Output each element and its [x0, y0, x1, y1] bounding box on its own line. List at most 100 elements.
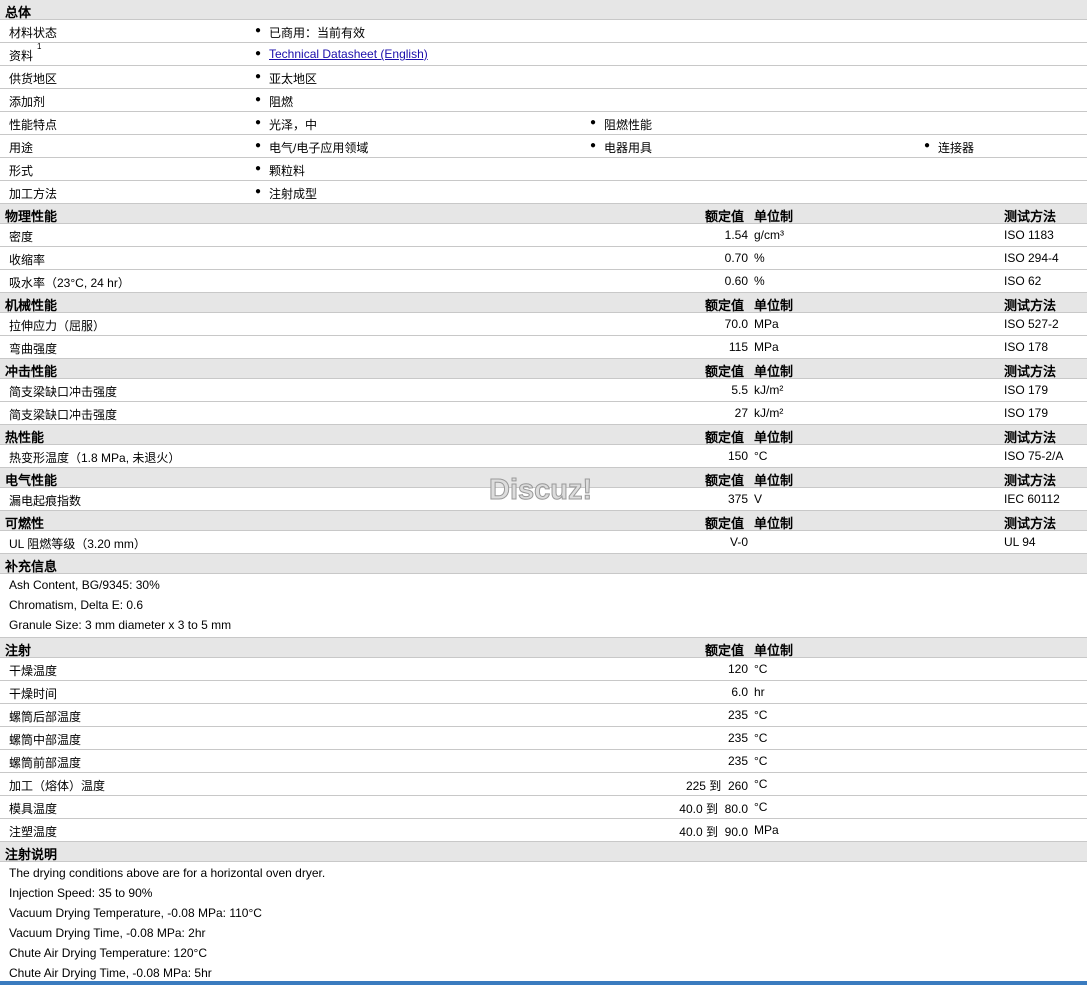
- row-label: 添加剂: [9, 95, 46, 109]
- method-header: 测试方法: [1004, 430, 1057, 445]
- section-header-general: 总体: [0, 0, 1087, 20]
- footnote-marker: 1: [37, 42, 42, 51]
- unit-header: 单位制: [754, 298, 794, 313]
- unit-header: 单位制: [754, 643, 794, 658]
- row-value: 阻燃: [269, 95, 294, 109]
- property-name: 简支梁缺口冲击强度: [9, 408, 118, 422]
- property-name: 吸水率（23°C, 24 hr）: [9, 276, 130, 290]
- note-text: Vacuum Drying Time, -0.08 MPa: 2hr: [9, 926, 206, 940]
- note-text: Chute Air Drying Temperature: 120°C: [9, 946, 208, 960]
- property-name: 模具温度: [9, 802, 58, 816]
- table-row: 形式 ● 颗粒料: [0, 158, 1087, 181]
- property-name: 干燥温度: [9, 664, 58, 678]
- unit-header: 单位制: [754, 364, 794, 379]
- table-row: 吸水率（23°C, 24 hr） 0.60% ISO 62: [0, 270, 1087, 293]
- section-title: 注射说明: [5, 847, 58, 862]
- property-unit: °C: [754, 777, 768, 791]
- section-title: 冲击性能: [5, 364, 58, 379]
- table-row: 拉伸应力（屈服） 70.0 MPa ISO 527-2: [0, 313, 1087, 336]
- test-method: IEC 60112: [1004, 492, 1060, 506]
- datasheet-link[interactable]: Technical Datasheet (English): [269, 47, 428, 61]
- row-label: 形式: [9, 164, 34, 178]
- row-label: 加工方法: [9, 187, 58, 201]
- property-value: 235: [727, 731, 748, 745]
- test-method: ISO 62: [1004, 274, 1042, 288]
- watermark-logo: Discuz!: [488, 474, 593, 507]
- row-label: 性能特点: [9, 118, 58, 132]
- table-row: 材料状态 ● 已商用：当前有效: [0, 20, 1087, 43]
- property-unit: °C: [754, 800, 768, 814]
- property-unit: g/cm³: [754, 228, 784, 242]
- table-row: 资料 1 ● Technical Datasheet (English): [0, 42, 1087, 66]
- property-name: 螺筒中部温度: [9, 733, 82, 747]
- test-method: ISO 1183: [1004, 228, 1054, 242]
- row-value: 已商用：当前有效: [269, 26, 366, 40]
- property-name: 简支梁缺口冲击强度: [9, 385, 118, 399]
- property-unit: kJ/m²: [754, 406, 784, 420]
- bullet-icon: ●: [255, 186, 262, 197]
- note-line: Chute Air Drying Time, -0.08 MPa: 5hr: [0, 962, 1087, 982]
- property-unit: MPa: [754, 317, 779, 331]
- note-text: Granule Size: 3 mm diameter x 3 to 5 mm: [9, 618, 232, 632]
- property-name: 螺筒后部温度: [9, 710, 82, 724]
- note-text: The drying conditions above are for a ho…: [9, 866, 326, 880]
- property-unit: %: [754, 274, 765, 288]
- property-value: 1.54: [724, 228, 748, 242]
- row-label: 资料: [9, 49, 34, 63]
- bullet-icon: ●: [255, 25, 262, 36]
- note-line: Injection Speed: 35 to 90%: [0, 882, 1087, 902]
- bullet-icon: ●: [255, 48, 262, 59]
- property-name: 热变形温度（1.8 MPa, 未退火）: [9, 451, 181, 465]
- note-text: Ash Content, BG/9345: 30%: [9, 578, 160, 592]
- table-row: 干燥时间 6.0 hr: [0, 681, 1087, 704]
- property-value: 120: [727, 662, 748, 676]
- value-header: 额定值: [705, 516, 745, 531]
- table-row: 收缩率 0.70% ISO 294-4: [0, 247, 1087, 270]
- row-value: 注射成型: [269, 187, 318, 201]
- bullet-icon: ●: [924, 140, 931, 151]
- table-row: 性能特点 ● 光泽，中 ● 阻燃性能: [0, 112, 1087, 135]
- test-method: ISO 294-4: [1004, 251, 1059, 265]
- row-value: 阻燃性能: [604, 118, 653, 132]
- method-header: 测试方法: [1004, 298, 1057, 313]
- bullet-icon: ●: [590, 140, 597, 151]
- property-unit: %: [754, 251, 765, 265]
- unit-header: 单位制: [754, 473, 794, 488]
- table-row: 螺筒前部温度 235 °C: [0, 750, 1087, 773]
- section-header: 可燃性 额定值 单位制 测试方法: [0, 511, 1087, 531]
- section-header: 机械性能 额定值 单位制 测试方法: [0, 293, 1087, 313]
- property-name: 收缩率: [9, 253, 46, 267]
- table-row: 螺筒中部温度 235 °C: [0, 727, 1087, 750]
- row-label: 用途: [9, 141, 34, 155]
- note-line: Chromatism, Delta E: 0.6: [0, 594, 1087, 614]
- note-line: Chute Air Drying Temperature: 120°C: [0, 942, 1087, 962]
- property-unit: °C: [754, 662, 768, 676]
- property-name: 干燥时间: [9, 687, 58, 701]
- section-title: 补充信息: [5, 559, 58, 574]
- property-value: 115: [728, 340, 748, 354]
- table-row: 添加剂 ● 阻燃: [0, 89, 1087, 112]
- property-value: 5.5: [731, 383, 748, 397]
- property-value: 0.60: [724, 274, 748, 288]
- note-line: The drying conditions above are for a ho…: [0, 862, 1087, 882]
- section-title: 机械性能: [5, 298, 58, 313]
- note-line: Vacuum Drying Temperature, -0.08 MPa: 11…: [0, 902, 1087, 922]
- property-unit: °C: [754, 708, 768, 722]
- bullet-icon: ●: [255, 71, 262, 82]
- property-value: 40.0 到 90.0: [679, 825, 748, 839]
- table-row: 密度 1.54 g/cm³ ISO 1183: [0, 224, 1087, 247]
- property-name: 密度: [9, 230, 34, 244]
- test-method: ISO 527-2: [1004, 317, 1059, 331]
- section-title: 物理性能: [5, 209, 58, 224]
- test-method: ISO 178: [1004, 340, 1049, 354]
- table-row: 模具温度 40.0 到 80.0 °C: [0, 796, 1087, 819]
- section-header: 注射 额定值 单位制: [0, 638, 1087, 658]
- row-value: 电气/电子应用领域: [269, 141, 369, 155]
- row-value: 亚太地区: [269, 72, 318, 86]
- table-row: 加工方法 ● 注射成型: [0, 181, 1087, 204]
- note-line: Ash Content, BG/9345: 30%: [0, 574, 1087, 594]
- row-value: 连接器: [938, 141, 975, 155]
- unit-header: 单位制: [754, 516, 794, 531]
- table-row: 加工（熔体）温度 225 到 260 °C: [0, 773, 1087, 796]
- footer-bar: [0, 981, 1087, 985]
